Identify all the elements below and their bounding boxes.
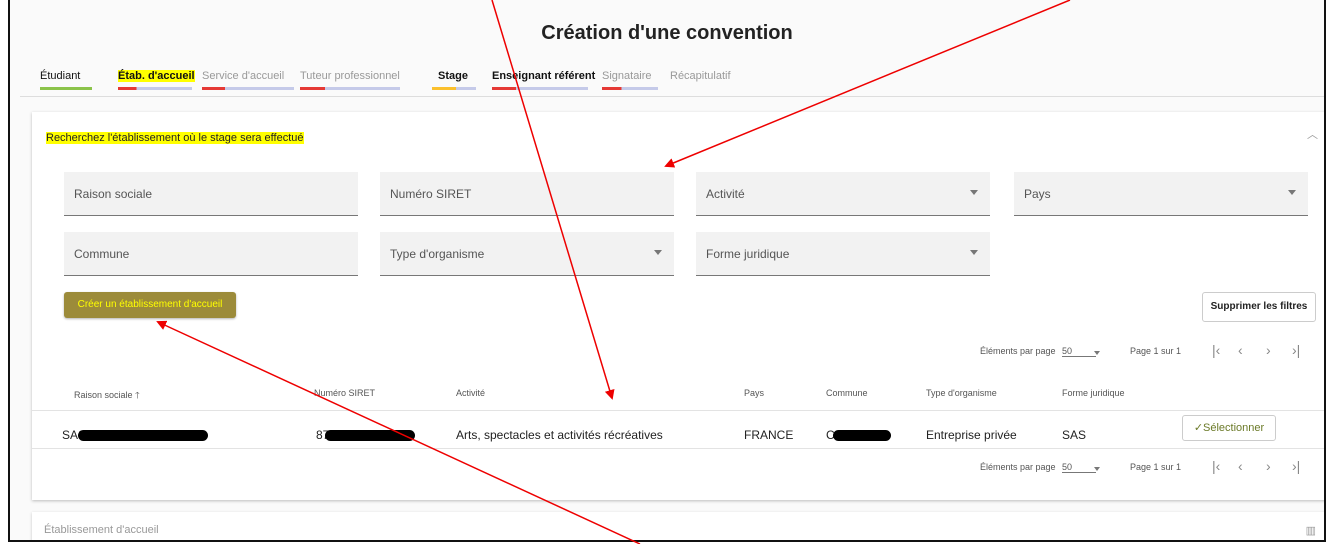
last-page-icon[interactable]: ›|: [1292, 342, 1300, 358]
pays-select[interactable]: Pays: [1014, 172, 1308, 216]
next-page-icon[interactable]: ›: [1266, 342, 1271, 358]
dropdown-arrow-icon: [1094, 351, 1100, 355]
field-label: Activité: [706, 187, 745, 201]
dropdown-arrow-icon: [1094, 467, 1100, 471]
cell-commune: C: [826, 428, 891, 442]
field-label: Forme juridique: [706, 247, 790, 261]
cell-pays: FRANCE: [744, 428, 794, 442]
step-signataire[interactable]: Signataire: [602, 70, 658, 90]
last-page-icon[interactable]: ›|: [1292, 458, 1300, 474]
per-page-value: 50: [1062, 346, 1073, 356]
per-page-select[interactable]: 50: [1062, 346, 1097, 357]
select-button[interactable]: ✓Sélectionner: [1182, 415, 1276, 441]
page-label: Page 1 sur 1: [1130, 346, 1182, 356]
step-progress-bar: [202, 87, 294, 90]
step-service-accueil[interactable]: Service d'accueil: [202, 70, 294, 90]
prev-page-icon[interactable]: ‹: [1238, 342, 1243, 358]
create-establishment-button[interactable]: Créer un établissement d'accueil: [64, 292, 236, 318]
col-header-commune[interactable]: Commune: [826, 388, 868, 398]
col-header-siret[interactable]: Numéro SIRET: [314, 388, 375, 398]
dropdown-arrow-icon: [970, 250, 978, 255]
field-label: Raison sociale: [74, 187, 153, 201]
col-header-label: Raison sociale: [74, 390, 133, 400]
step-label: Enseignant référent: [492, 70, 596, 82]
type-organisme-select[interactable]: Type d'organisme: [380, 232, 674, 276]
dropdown-arrow-icon: [970, 190, 978, 195]
step-etab-accueil[interactable]: Étab. d'accueil: [118, 70, 195, 90]
raison-sociale-input[interactable]: Raison sociale: [64, 172, 358, 216]
step-etudiant[interactable]: Étudiant: [40, 70, 92, 90]
field-label: Commune: [74, 247, 130, 261]
forme-juridique-select[interactable]: Forme juridique: [696, 232, 990, 276]
field-label: Pays: [1024, 187, 1051, 201]
step-progress-bar: [300, 87, 400, 90]
search-panel-title-text: Recherchez l'établissement où le stage s…: [46, 132, 304, 144]
first-page-icon[interactable]: |‹: [1212, 458, 1220, 474]
step-label: Étudiant: [40, 70, 81, 82]
paginator-top: Éléments par page 50 Page 1 sur 1 |‹ ‹ ›…: [980, 342, 1320, 366]
col-header-pays[interactable]: Pays: [744, 388, 764, 398]
redaction-mark: [832, 430, 891, 442]
building-icon: ▥: [1305, 525, 1316, 537]
page-label: Page 1 sur 1: [1130, 462, 1182, 472]
step-label: Service d'accueil: [202, 70, 285, 82]
dropdown-arrow-icon: [654, 250, 662, 255]
establishment-panel[interactable]: Établissement d'accueil ▥: [32, 512, 1324, 540]
commune-input[interactable]: Commune: [64, 232, 358, 276]
redaction-mark: [325, 430, 416, 442]
field-label: Type d'organisme: [390, 247, 485, 261]
siret-input[interactable]: Numéro SIRET: [380, 172, 674, 216]
per-page-label: Éléments par page: [980, 346, 1056, 356]
dropdown-arrow-icon: [1288, 190, 1296, 195]
col-header-activite[interactable]: Activité: [456, 388, 485, 398]
step-label: Étab. d'accueil: [118, 70, 195, 82]
col-header-forme-juridique[interactable]: Forme juridique: [1062, 388, 1125, 398]
clear-filters-button[interactable]: Supprimer les filtres: [1202, 292, 1316, 322]
cell-type-organisme: Entreprise privée: [926, 428, 1017, 442]
redaction-mark: [78, 430, 209, 442]
cell-siret: 87: [316, 428, 416, 442]
prev-page-icon[interactable]: ‹: [1238, 458, 1243, 474]
establishment-panel-title: Établissement d'accueil: [44, 524, 159, 536]
search-panel: Recherchez l'établissement où le stage s…: [32, 112, 1324, 500]
per-page-select[interactable]: 50: [1062, 462, 1097, 473]
step-enseignant[interactable]: Enseignant référent: [492, 70, 595, 90]
chevron-up-icon[interactable]: ︿: [1307, 126, 1318, 142]
step-stage[interactable]: Stage: [432, 70, 476, 90]
step-recapitulatif[interactable]: Récapitulatif: [670, 70, 740, 82]
row-divider: [32, 410, 1324, 411]
step-progress-bar: [40, 87, 92, 90]
app-frame: Création d'une convention Étudiant Étab.…: [8, 0, 1326, 542]
cell-raison-sociale: SAS: [62, 428, 209, 442]
step-progress-bar: [492, 87, 588, 90]
step-label: Récapitulatif: [670, 70, 731, 82]
page-title: Création d'une convention: [541, 22, 793, 44]
step-label: Stage: [438, 70, 468, 82]
next-page-icon[interactable]: ›: [1266, 458, 1271, 474]
field-label: Numéro SIRET: [390, 187, 472, 201]
step-progress-bar: [432, 87, 476, 90]
step-progress-bar: [602, 87, 658, 90]
first-page-icon[interactable]: |‹: [1212, 342, 1220, 358]
activite-select[interactable]: Activité: [696, 172, 990, 216]
col-header-raison-sociale[interactable]: Raison sociale 🡑: [74, 388, 140, 404]
step-label: Signataire: [602, 70, 652, 82]
step-tuteur[interactable]: Tuteur professionnel: [300, 70, 400, 90]
paginator-bottom: Éléments par page 50 Page 1 sur 1 |‹ ‹ ›…: [980, 458, 1320, 482]
cell-forme-juridique: SAS: [1062, 428, 1087, 442]
step-progress-bar: [118, 87, 192, 90]
row-divider: [32, 448, 1324, 449]
sort-arrow-icon: 🡑: [135, 390, 140, 400]
col-header-type-organisme[interactable]: Type d'organisme: [926, 388, 997, 398]
step-label: Tuteur professionnel: [300, 70, 400, 82]
cell-activite: Arts, spectacles et activités récréative…: [456, 428, 663, 442]
divider: [20, 96, 1324, 97]
per-page-value: 50: [1062, 462, 1073, 472]
search-panel-title[interactable]: Recherchez l'établissement où le stage s…: [46, 132, 304, 144]
per-page-label: Éléments par page: [980, 462, 1056, 472]
